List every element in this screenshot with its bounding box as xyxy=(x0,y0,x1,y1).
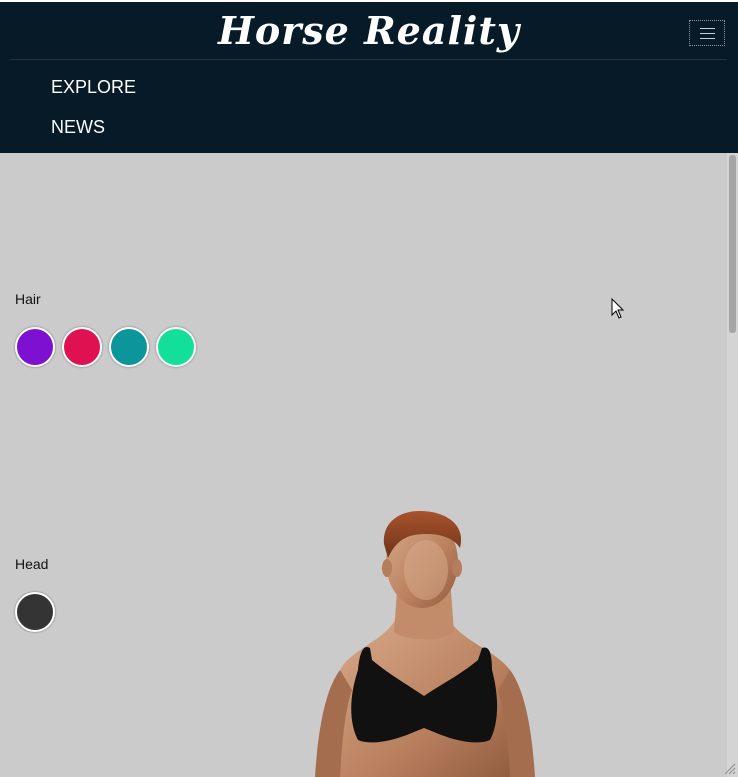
head-section-label: Head xyxy=(15,556,49,572)
mouse-cursor-icon xyxy=(611,298,625,319)
hair-color-swatch-red[interactable] xyxy=(62,327,102,367)
resize-grip-icon[interactable] xyxy=(722,761,736,775)
hair-color-swatch-green[interactable] xyxy=(156,327,196,367)
nav-divider xyxy=(10,59,727,60)
nav-link-explore[interactable]: EXPLORE xyxy=(51,76,136,98)
site-logo[interactable]: Horse Reality xyxy=(0,6,738,56)
navbar: Horse Reality EXPLORE NEWS xyxy=(0,2,738,153)
hair-color-swatch-purple[interactable] xyxy=(15,327,55,367)
scrollbar-thumb[interactable] xyxy=(729,155,736,333)
hair-section-label: Hair xyxy=(15,291,41,307)
head-color-swatch-dark[interactable] xyxy=(15,592,55,632)
page: Horse Reality EXPLORE NEWS Hair Head xyxy=(0,0,738,777)
character-avatar-preview xyxy=(315,510,535,777)
hair-color-swatch-teal[interactable] xyxy=(109,327,149,367)
nav-link-news[interactable]: NEWS xyxy=(51,116,105,138)
menu-toggle-button[interactable] xyxy=(689,20,725,46)
